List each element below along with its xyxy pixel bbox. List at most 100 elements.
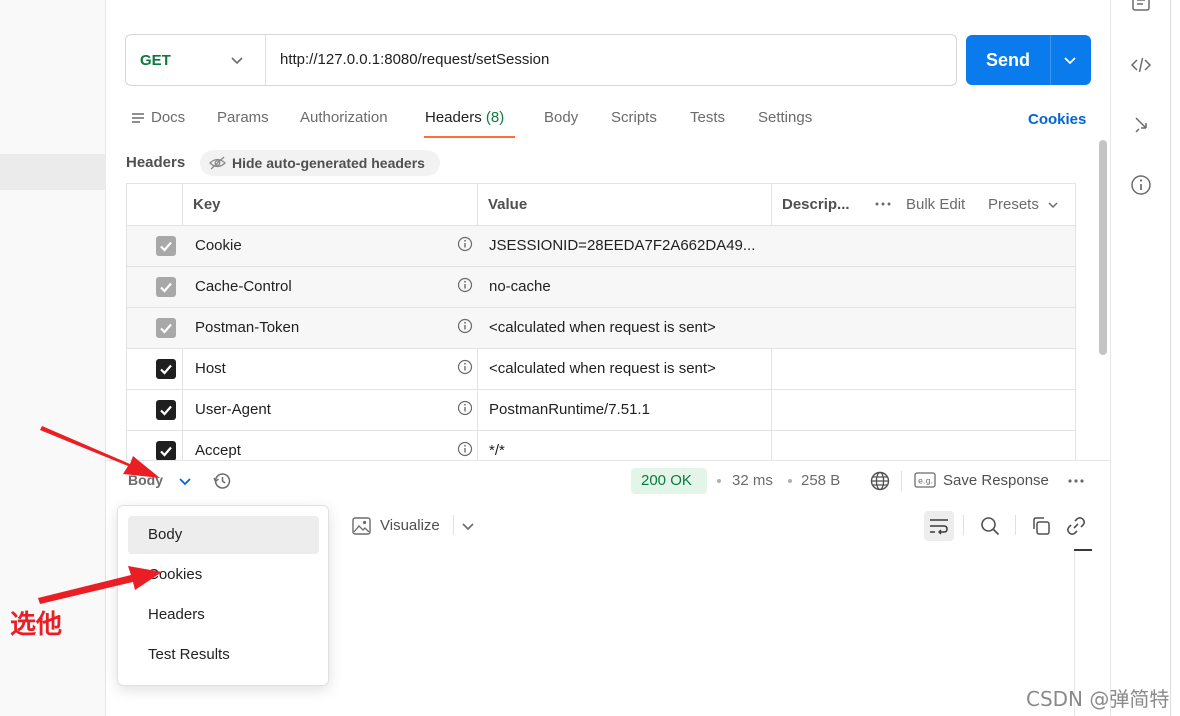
header-key[interactable]: Host bbox=[195, 360, 226, 377]
cookies-link[interactable]: Cookies bbox=[1028, 111, 1086, 128]
row-checkbox bbox=[156, 318, 176, 338]
header-key[interactable]: Accept bbox=[195, 442, 241, 459]
presets-button[interactable]: Presets bbox=[988, 196, 1039, 213]
save-response-button[interactable]: Save Response bbox=[943, 472, 1049, 489]
vertical-scrollbar[interactable] bbox=[1099, 140, 1107, 355]
send-divider bbox=[1050, 35, 1051, 85]
header-value[interactable]: <calculated when request is sent> bbox=[489, 360, 716, 377]
info-icon[interactable] bbox=[457, 441, 473, 457]
info-icon[interactable] bbox=[457, 277, 473, 293]
response-view-dropdown: Body Cookies Headers Test Results bbox=[117, 505, 329, 686]
separator-dot bbox=[717, 479, 721, 483]
header-key[interactable]: User-Agent bbox=[195, 401, 271, 418]
url-input[interactable]: http://127.0.0.1:8080/request/setSession bbox=[280, 51, 549, 68]
header-key[interactable]: Postman-Token bbox=[195, 319, 299, 336]
row-checkbox[interactable] bbox=[156, 441, 176, 461]
dropdown-item-cookies[interactable]: Cookies bbox=[128, 556, 319, 594]
table-row[interactable]: Cookie JSESSIONID=28EEDA7F2A662DA49... bbox=[127, 225, 1075, 266]
method-label: GET bbox=[140, 51, 171, 69]
send-label: Send bbox=[986, 50, 1031, 70]
header-key[interactable]: Cache-Control bbox=[195, 278, 292, 295]
chevron-down-icon[interactable] bbox=[178, 474, 192, 488]
postman-window: GET http://127.0.0.1:8080/request/setSes… bbox=[0, 0, 1180, 716]
info-icon[interactable] bbox=[457, 236, 473, 252]
chevron-down-icon[interactable] bbox=[1047, 199, 1059, 211]
table-row[interactable]: Cache-Control no-cache bbox=[127, 266, 1075, 307]
dropdown-item-test-results[interactable]: Test Results bbox=[128, 636, 319, 674]
separator-dot bbox=[788, 479, 792, 483]
copy-icon[interactable] bbox=[1031, 516, 1051, 536]
tab-authorization[interactable]: Authorization bbox=[300, 109, 388, 126]
more-options-icon[interactable] bbox=[875, 201, 891, 207]
toolbar-divider bbox=[1015, 515, 1016, 535]
checkmark-icon bbox=[160, 282, 172, 293]
toolbar-divider bbox=[453, 515, 454, 535]
response-size: 258 B bbox=[801, 472, 841, 489]
info-icon[interactable] bbox=[457, 400, 473, 416]
search-icon[interactable] bbox=[980, 516, 1000, 536]
response-time: 32 ms bbox=[732, 472, 773, 489]
header-value[interactable]: JSESSIONID=28EEDA7F2A662DA49... bbox=[489, 237, 755, 254]
table-row[interactable]: Host <calculated when request is sent> bbox=[127, 348, 1075, 389]
related-icon[interactable] bbox=[1130, 114, 1152, 136]
chevron-down-icon[interactable] bbox=[228, 51, 246, 69]
checkmark-icon bbox=[160, 446, 172, 457]
column-header-value: Value bbox=[488, 196, 528, 213]
dropdown-item-headers[interactable]: Headers bbox=[128, 596, 319, 634]
info-icon[interactable] bbox=[457, 359, 473, 375]
checkmark-icon bbox=[160, 241, 172, 252]
dropdown-item-body[interactable]: Body bbox=[128, 516, 319, 554]
watermark: CSDN @弹简特 bbox=[1026, 687, 1170, 711]
tab-params[interactable]: Params bbox=[217, 109, 269, 126]
example-icon: e.g. bbox=[914, 472, 936, 488]
table-row[interactable]: Postman-Token <calculated when request is… bbox=[127, 307, 1075, 348]
tab-settings[interactable]: Settings bbox=[758, 109, 812, 126]
visualize-label: Visualize bbox=[380, 517, 440, 534]
send-button[interactable]: Send bbox=[966, 35, 1091, 85]
header-key[interactable]: Cookie bbox=[195, 237, 242, 254]
comment-icon[interactable] bbox=[1130, 0, 1152, 16]
tab-docs[interactable]: Docs bbox=[151, 109, 185, 126]
visualize-button[interactable]: Visualize bbox=[352, 517, 440, 535]
header-value[interactable]: no-cache bbox=[489, 278, 551, 295]
table-row[interactable]: User-Agent PostmanRuntime/7.51.1 bbox=[127, 389, 1075, 430]
tab-body[interactable]: Body bbox=[544, 109, 578, 126]
headers-table: Key Value Descrip... Bulk Edit Presets C… bbox=[126, 183, 1076, 474]
background-window-edge bbox=[1170, 0, 1180, 716]
toolbar-divider bbox=[901, 471, 902, 491]
hide-auto-generated-label: Hide auto-generated headers bbox=[232, 155, 425, 171]
code-icon[interactable] bbox=[1130, 54, 1152, 76]
request-url-bar: GET http://127.0.0.1:8080/request/setSes… bbox=[125, 34, 957, 86]
sidebar-selected-item[interactable] bbox=[0, 154, 106, 190]
header-value[interactable]: PostmanRuntime/7.51.1 bbox=[489, 401, 650, 418]
hide-auto-generated-button[interactable]: Hide auto-generated headers bbox=[200, 150, 440, 176]
active-tab-indicator bbox=[424, 136, 515, 138]
tab-headers[interactable]: Headers (8) bbox=[425, 109, 504, 126]
wrap-lines-button[interactable] bbox=[924, 511, 954, 541]
more-options-icon[interactable] bbox=[1066, 473, 1086, 489]
annotation-label: 选他 bbox=[10, 610, 63, 640]
globe-icon[interactable] bbox=[870, 471, 890, 491]
row-checkbox bbox=[156, 236, 176, 256]
chevron-down-icon[interactable] bbox=[1062, 52, 1078, 68]
tab-scripts[interactable]: Scripts bbox=[611, 109, 657, 126]
column-header-description: Descrip... bbox=[782, 196, 850, 213]
header-value[interactable]: */* bbox=[489, 442, 505, 459]
row-checkbox[interactable] bbox=[156, 400, 176, 420]
tab-tests[interactable]: Tests bbox=[690, 109, 725, 126]
response-view-selector[interactable]: Body bbox=[128, 472, 163, 488]
column-header-key: Key bbox=[193, 196, 221, 213]
checkmark-icon bbox=[160, 323, 172, 334]
chevron-down-icon[interactable] bbox=[461, 519, 475, 533]
info-icon[interactable] bbox=[1130, 174, 1152, 196]
link-icon[interactable] bbox=[1066, 516, 1086, 536]
tab-headers-count: (8) bbox=[485, 109, 505, 126]
row-checkbox[interactable] bbox=[156, 359, 176, 379]
header-value[interactable]: <calculated when request is sent> bbox=[489, 319, 716, 336]
tab-headers-label: Headers bbox=[425, 109, 482, 126]
bulk-edit-button[interactable]: Bulk Edit bbox=[906, 196, 965, 213]
docs-icon bbox=[132, 113, 144, 123]
history-icon[interactable] bbox=[212, 471, 232, 491]
wrap-lines-icon bbox=[930, 519, 948, 535]
info-icon[interactable] bbox=[457, 318, 473, 334]
